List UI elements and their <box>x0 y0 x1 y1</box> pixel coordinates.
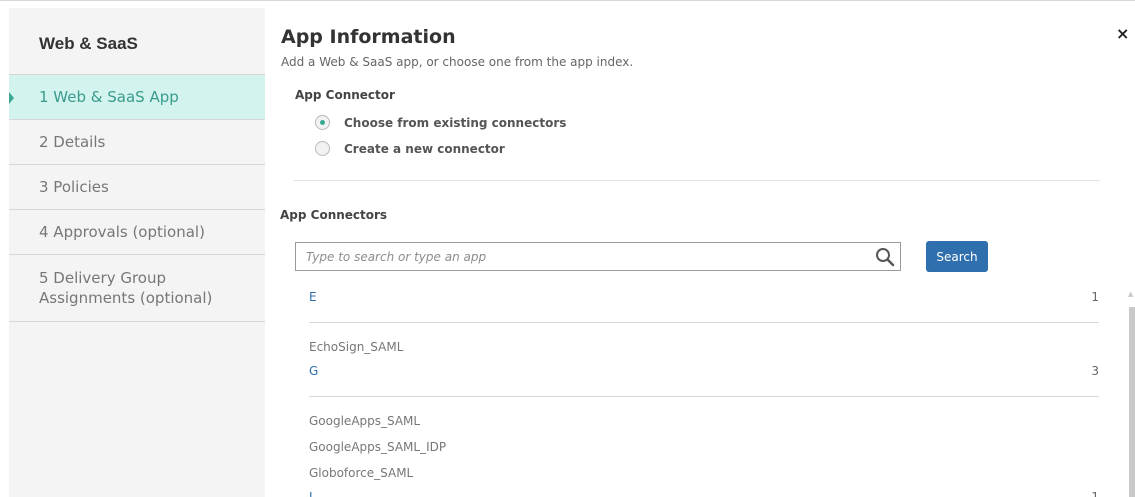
list-item[interactable]: EchoSign_SAML <box>309 334 1099 360</box>
window-top-border <box>0 0 1135 8</box>
step-label: 2 Details <box>39 133 106 151</box>
search-icon[interactable] <box>870 243 900 271</box>
section-divider <box>294 180 1100 181</box>
page-subtitle: Add a Web & SaaS app, or choose one from… <box>281 55 634 69</box>
radio-unselected-icon[interactable] <box>315 141 330 156</box>
step-label: 4 Approvals (optional) <box>39 223 205 241</box>
close-icon[interactable]: × <box>1116 24 1129 43</box>
group-count: 1 <box>1091 490 1099 497</box>
search-box <box>295 242 901 271</box>
radio-label: Create a new connector <box>344 141 505 156</box>
main-panel: App Information Add a Web & SaaS app, or… <box>265 8 1135 497</box>
step-details[interactable]: 2 Details <box>9 120 265 165</box>
step-label: 1 Web & SaaS App <box>39 88 179 106</box>
connector-list: E 1 EchoSign_SAML G 3 GoogleApps_SAML Go… <box>309 286 1099 497</box>
wizard-sidebar: Web & SaaS 1 Web & SaaS App 2 Details 3 … <box>9 8 265 497</box>
list-item[interactable]: GoogleApps_SAML_IDP <box>309 434 1099 460</box>
group-header-e[interactable]: E 1 <box>309 286 1099 308</box>
step-web-saas-app[interactable]: 1 Web & SaaS App <box>9 75 265 120</box>
radio-create-new[interactable]: Create a new connector <box>315 141 505 156</box>
list-scrollbar[interactable]: ▲ <box>1128 290 1135 497</box>
scroll-thumb[interactable] <box>1129 307 1135 497</box>
radio-choose-existing[interactable]: Choose from existing connectors <box>315 115 566 130</box>
group-header-g[interactable]: G 3 <box>309 360 1099 382</box>
group-count: 1 <box>1091 290 1099 304</box>
list-item[interactable]: GoogleApps_SAML <box>309 408 1099 434</box>
search-input[interactable] <box>296 243 870 270</box>
group-header-l[interactable]: L 1 <box>309 486 1099 497</box>
step-label: 3 Policies <box>39 178 109 196</box>
search-button[interactable]: Search <box>926 241 988 272</box>
group-letter: G <box>309 364 319 378</box>
group-letter: E <box>309 290 317 304</box>
scroll-up-icon[interactable]: ▲ <box>1128 290 1133 298</box>
radio-selected-icon[interactable] <box>315 115 330 130</box>
radio-label: Choose from existing connectors <box>344 115 567 130</box>
step-policies[interactable]: 3 Policies <box>9 165 265 210</box>
step-approvals[interactable]: 4 Approvals (optional) <box>9 210 265 255</box>
group-count: 3 <box>1091 364 1099 378</box>
step-delivery-group-assignments[interactable]: 5 Delivery Group Assignments (optional) <box>9 255 265 322</box>
wizard-steps: 1 Web & SaaS App 2 Details 3 Policies 4 … <box>9 74 265 322</box>
step-label: 5 Delivery Group Assignments (optional) <box>39 269 213 307</box>
group-letter: L <box>309 490 316 497</box>
list-item[interactable]: Globoforce_SAML <box>309 460 1099 486</box>
sidebar-title: Web & SaaS <box>39 34 138 53</box>
app-connectors-label: App Connectors <box>280 208 388 222</box>
app-connector-label: App Connector <box>295 88 395 102</box>
page-title: App Information <box>281 26 456 48</box>
